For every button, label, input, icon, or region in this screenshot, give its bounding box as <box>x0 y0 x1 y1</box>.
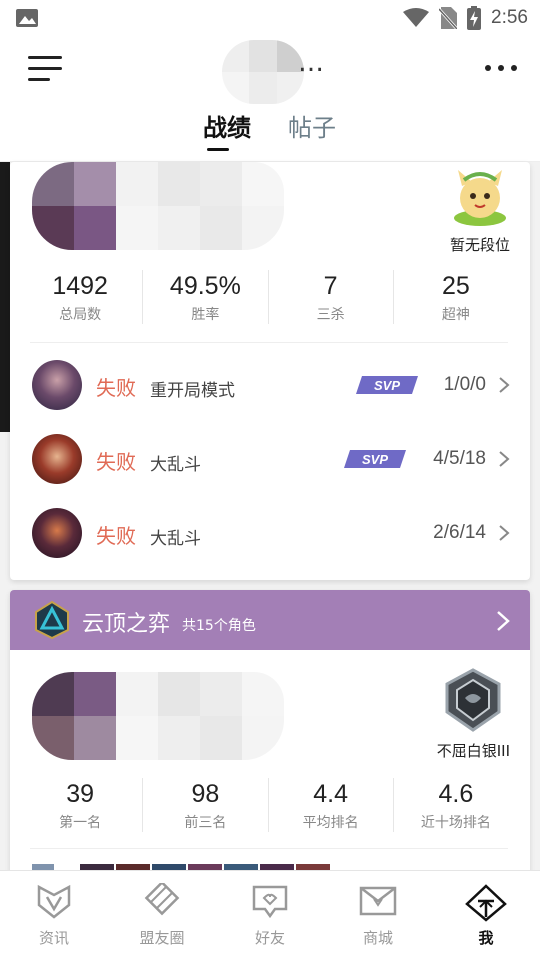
bottom-navigation: 资讯 盟友圈 好友 商城 我 <box>0 870 540 960</box>
clock: 2:56 <box>491 7 528 28</box>
hamburger-menu-icon[interactable] <box>28 54 64 84</box>
background-strip <box>0 162 10 432</box>
stat-total-games: 1492 总局数 <box>18 270 144 324</box>
stat-label: 平均排名 <box>302 815 359 831</box>
stat-value: 39 <box>66 780 95 808</box>
match-mode: 大乱斗 <box>150 529 201 549</box>
nav-label: 资讯 <box>38 929 69 947</box>
tab-record[interactable]: 战绩 <box>203 108 251 143</box>
rank-block[interactable]: 暂无段位 <box>450 168 510 255</box>
nav-label: 盟友圈 <box>139 929 185 947</box>
divider <box>30 342 508 343</box>
nav-label: 好友 <box>254 929 285 947</box>
match-kda: 4/5/18 <box>433 448 486 469</box>
stat-triple-kills: 7 三杀 <box>269 270 394 324</box>
champion-avatar <box>32 360 82 410</box>
tft-rank-label: 不屈白银III <box>436 742 510 760</box>
lol-stats-row: 1492 总局数 49.5% 胜率 7 三杀 25 超神 <box>18 270 518 324</box>
chevron-right-icon <box>499 451 510 467</box>
friends-circle-icon <box>144 883 180 916</box>
rank-label: 暂无段位 <box>449 236 510 254</box>
tft-rank-block[interactable]: 不屈白银III <box>437 668 510 761</box>
stat-recent-ten-rank: 4.6 近十场排名 <box>394 778 518 832</box>
stat-top-three: 98 前三名 <box>143 778 269 832</box>
store-icon <box>359 886 397 916</box>
match-kda: 2/6/14 <box>433 522 486 543</box>
profile-header: … 战绩 帖子 <box>0 36 540 162</box>
active-tab-indicator <box>207 148 229 151</box>
stat-label: 前三名 <box>184 815 227 831</box>
svp-badge-icon: SVP <box>356 376 418 394</box>
silver-rank-emblem-icon <box>445 668 501 732</box>
stat-value: 98 <box>191 780 220 808</box>
stat-value: 7 <box>323 272 338 300</box>
stat-win-rate: 49.5% 胜率 <box>143 270 269 324</box>
svg-text:SVP: SVP <box>362 452 388 467</box>
stat-label: 第一名 <box>59 815 102 831</box>
stat-value: 4.6 <box>438 780 474 808</box>
chat-heart-icon <box>252 885 288 919</box>
nav-friends[interactable]: 好友 <box>216 871 324 960</box>
tab-bar: 战绩 帖子 <box>0 108 540 162</box>
nav-news[interactable]: 资讯 <box>0 871 108 960</box>
stat-label: 超神 <box>441 307 470 323</box>
match-row[interactable]: 失败 重开局模式 SVP 1/0/0 <box>10 348 530 420</box>
stat-average-rank: 4.4 平均排名 <box>269 778 394 832</box>
nav-label: 商城 <box>362 929 393 947</box>
username-fragment: … <box>298 48 324 78</box>
no-sim-icon <box>439 7 458 29</box>
match-mode: 重开局模式 <box>150 381 235 401</box>
news-icon <box>37 884 71 919</box>
divider <box>30 848 508 849</box>
avatar[interactable] <box>222 40 304 104</box>
tft-subtitle: 共15个角色 <box>182 618 256 634</box>
stat-value: 1492 <box>52 272 108 300</box>
chevron-right-icon <box>499 377 510 393</box>
profile-banner-blurred <box>32 162 284 250</box>
status-bar: 2:56 <box>0 0 540 36</box>
tft-record-card: 云顶之弈 共15个角色 不屈白银III 39 第一名 98 前三名 4.4 平均… <box>10 590 530 880</box>
svp-badge-icon: SVP <box>344 450 406 468</box>
match-result: 失败 <box>96 450 136 474</box>
tft-title: 云顶之弈 <box>82 612 171 637</box>
tft-logo-icon <box>35 600 69 640</box>
chevron-right-icon <box>499 525 510 541</box>
me-icon <box>465 884 507 922</box>
svg-text:SVP: SVP <box>374 378 400 393</box>
stat-value: 25 <box>441 272 470 300</box>
stat-legendary: 25 超神 <box>394 270 518 324</box>
stat-label: 三杀 <box>316 307 345 323</box>
unranked-mascot-icon <box>453 170 506 226</box>
stat-value: 4.4 <box>313 780 348 808</box>
stat-label: 近十场排名 <box>420 815 491 831</box>
match-result: 失败 <box>96 376 136 400</box>
match-row[interactable]: 失败 大乱斗 2/6/14 <box>10 496 530 568</box>
more-options-icon[interactable] <box>484 62 518 74</box>
match-mode: 大乱斗 <box>150 455 201 475</box>
tft-stats-row: 39 第一名 98 前三名 4.4 平均排名 4.6 近十场排名 <box>18 778 518 832</box>
chevron-right-icon <box>497 611 510 631</box>
wifi-icon <box>403 8 430 27</box>
profile-banner-blurred <box>32 672 284 760</box>
stat-label: 胜率 <box>191 307 220 323</box>
champion-avatar <box>32 508 82 558</box>
nav-friends-circle[interactable]: 盟友圈 <box>108 871 216 960</box>
match-result: 失败 <box>96 524 136 548</box>
tft-banner[interactable]: 云顶之弈 共15个角色 <box>10 590 530 650</box>
stat-label: 总局数 <box>59 307 102 323</box>
gallery-icon <box>16 9 38 27</box>
nav-me[interactable]: 我 <box>432 871 540 960</box>
champion-avatar <box>32 434 82 484</box>
stat-first-place: 39 第一名 <box>18 778 144 832</box>
battery-charging-icon <box>467 6 482 30</box>
match-row[interactable]: 失败 大乱斗 SVP 4/5/18 <box>10 422 530 494</box>
stat-value: 49.5% <box>169 272 241 300</box>
match-kda: 1/0/0 <box>443 374 486 395</box>
nav-label: 我 <box>478 929 494 947</box>
nav-store[interactable]: 商城 <box>324 871 432 960</box>
lol-record-card: 暂无段位 1492 总局数 49.5% 胜率 7 三杀 25 超神 失败 重开局… <box>10 162 530 580</box>
tab-posts[interactable]: 帖子 <box>288 108 336 143</box>
